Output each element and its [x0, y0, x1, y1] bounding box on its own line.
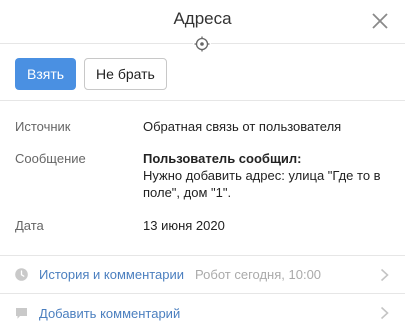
- locate-button[interactable]: [193, 35, 211, 53]
- date-row: Дата 13 июня 2020: [15, 201, 390, 234]
- chevron-right-icon: [380, 268, 389, 282]
- close-icon: [372, 13, 388, 29]
- source-label: Источник: [15, 119, 71, 134]
- chevron-right-icon: [380, 306, 389, 320]
- source-row: Источник Обратная связь от пользователя: [15, 101, 390, 135]
- add-comment-link[interactable]: Добавить комментарий: [39, 306, 180, 321]
- message-label: Сообщение: [15, 151, 86, 166]
- add-comment-row[interactable]: Добавить комментарий: [0, 294, 405, 329]
- message-heading: Пользователь сообщил:: [143, 151, 302, 166]
- history-meta: Робот сегодня, 10:00: [195, 267, 322, 282]
- clock-icon: [15, 268, 28, 281]
- date-value: 13 июня 2020: [143, 218, 225, 233]
- comment-icon: [15, 307, 28, 320]
- take-button[interactable]: Взять: [15, 58, 77, 90]
- message-row: Сообщение Пользователь сообщил: Нужно до…: [15, 135, 390, 201]
- address-panel: Адреса Взять Не брать Источник Обратная …: [0, 0, 405, 329]
- date-label: Дата: [15, 218, 44, 233]
- skip-button[interactable]: Не брать: [84, 58, 167, 90]
- history-row[interactable]: История и комментарии Робот сегодня, 10:…: [0, 256, 405, 294]
- crosshair-icon: [194, 36, 210, 52]
- panel-header: Адреса: [0, 0, 405, 53]
- message-value: Пользователь сообщил: Нужно добавить адр…: [143, 150, 390, 201]
- details-section: Источник Обратная связь от пользователя …: [0, 101, 405, 256]
- close-button[interactable]: [371, 12, 389, 30]
- history-link[interactable]: История и комментарии: [39, 267, 184, 282]
- message-line-2: поле", дом "1".: [143, 185, 232, 200]
- page-title: Адреса: [173, 9, 232, 28]
- message-line-1: Нужно добавить адрес: улица "Где то в: [143, 168, 381, 183]
- source-value: Обратная связь от пользователя: [143, 119, 342, 134]
